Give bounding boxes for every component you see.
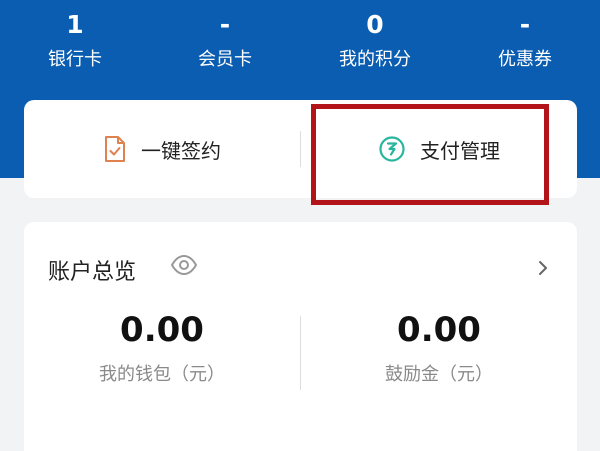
stat-member-card[interactable]: - 会员卡 <box>150 0 300 80</box>
page: 1 银行卡 - 会员卡 0 我的积分 - 优惠券 一键签约 支付管理 账户总览 … <box>0 0 600 451</box>
stat-label: 优惠券 <box>498 49 552 70</box>
wallet-balance[interactable]: 0.00 我的钱包（元） <box>24 310 300 400</box>
balance-value: 0.00 <box>397 310 481 350</box>
account-overview-title: 账户总览 <box>48 260 137 285</box>
stat-label: 银行卡 <box>48 49 102 70</box>
balance-label: 鼓励金（元） <box>385 364 493 385</box>
stat-value: - <box>219 10 231 39</box>
stat-value: 0 <box>366 10 384 39</box>
document-check-icon <box>105 136 125 162</box>
highlight-box <box>311 104 549 205</box>
stats-row: 1 银行卡 - 会员卡 0 我的积分 - 优惠券 <box>0 0 600 80</box>
eye-icon[interactable] <box>170 253 198 277</box>
one-click-sign-label: 一键签约 <box>141 138 221 163</box>
stat-points[interactable]: 0 我的积分 <box>300 0 450 80</box>
balance-label: 我的钱包（元） <box>99 364 225 385</box>
stat-bank-card[interactable]: 1 银行卡 <box>0 0 150 80</box>
stat-value: - <box>519 10 531 39</box>
stat-label: 我的积分 <box>339 49 411 70</box>
stat-label: 会员卡 <box>198 49 252 70</box>
stat-coupons[interactable]: - 优惠券 <box>450 0 600 80</box>
stat-value: 1 <box>66 10 84 39</box>
account-overview-card[interactable]: 账户总览 0.00 我的钱包（元） 0.00 鼓励金（元） <box>24 222 577 451</box>
one-click-sign-button[interactable]: 一键签约 <box>24 100 300 198</box>
chevron-right-icon[interactable] <box>537 260 549 276</box>
balances-row: 0.00 我的钱包（元） 0.00 鼓励金（元） <box>24 310 577 400</box>
incentive-balance[interactable]: 0.00 鼓励金（元） <box>301 310 577 400</box>
balance-value: 0.00 <box>120 310 204 350</box>
